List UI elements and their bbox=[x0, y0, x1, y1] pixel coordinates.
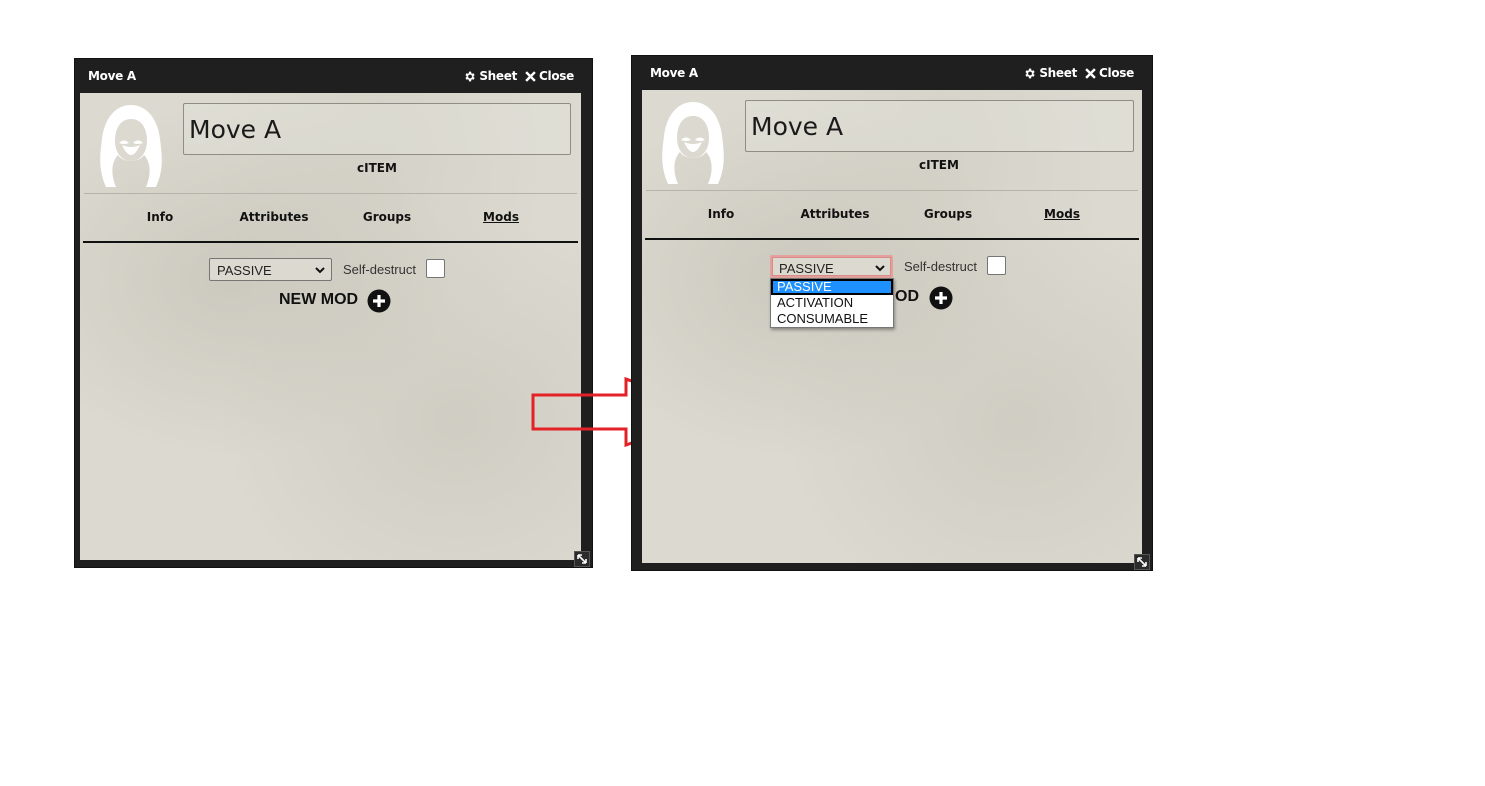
close-button[interactable]: Close bbox=[525, 69, 574, 83]
hooded-avatar-icon[interactable] bbox=[658, 100, 728, 186]
tab-mods[interactable]: Mods bbox=[1044, 207, 1080, 221]
hooded-avatar-icon[interactable] bbox=[96, 103, 166, 189]
sheet-button[interactable]: Sheet bbox=[1023, 66, 1077, 80]
resize-icon bbox=[577, 554, 587, 564]
mod-type-select[interactable]: PASSIVE bbox=[209, 258, 332, 281]
window-titlebar[interactable]: Move A Sheet Close bbox=[75, 59, 592, 93]
mod-type-value: PASSIVE bbox=[779, 261, 834, 276]
tab-info[interactable]: Info bbox=[147, 210, 173, 224]
tab-attributes[interactable]: Attributes bbox=[240, 210, 309, 224]
item-name-value: Move A bbox=[751, 112, 844, 141]
tab-attributes[interactable]: Attributes bbox=[801, 207, 870, 221]
resize-icon bbox=[1137, 557, 1147, 567]
gear-icon bbox=[465, 71, 475, 81]
new-mod-label[interactable]: NEW MOD bbox=[279, 291, 358, 309]
plus-circle-icon[interactable] bbox=[367, 289, 391, 313]
item-name-input[interactable]: Move A bbox=[183, 103, 571, 155]
close-icon bbox=[1085, 67, 1096, 79]
resize-handle[interactable] bbox=[1134, 554, 1150, 570]
close-label: Close bbox=[539, 69, 574, 83]
sheet-label: Sheet bbox=[1039, 66, 1078, 80]
mod-type-select[interactable]: PASSIVE bbox=[770, 255, 893, 278]
tab-underline bbox=[645, 238, 1139, 240]
chevron-down-icon bbox=[315, 267, 325, 274]
item-type-label: cITEM bbox=[919, 158, 959, 172]
plus-circle-icon[interactable] bbox=[929, 286, 953, 310]
tab-info[interactable]: Info bbox=[708, 207, 734, 221]
item-sheet-window-left: Move A Sheet Close Move A cITEM Info Att… bbox=[74, 58, 593, 568]
item-name-value: Move A bbox=[189, 115, 282, 144]
dropdown-option-activation[interactable]: ACTIVATION bbox=[771, 295, 893, 311]
gear-icon bbox=[1025, 68, 1035, 78]
window-title: Move A bbox=[88, 69, 136, 83]
new-mod-label[interactable]: OD bbox=[895, 288, 919, 306]
close-label: Close bbox=[1099, 66, 1134, 80]
self-destruct-checkbox[interactable] bbox=[987, 256, 1006, 275]
chevron-down-icon bbox=[875, 265, 885, 272]
self-destruct-label: Self-destruct bbox=[904, 259, 977, 274]
sheet-button[interactable]: Sheet bbox=[463, 69, 517, 83]
tab-underline bbox=[83, 241, 578, 243]
self-destruct-checkbox[interactable] bbox=[426, 259, 445, 278]
dropdown-option-consumable[interactable]: CONSUMABLE bbox=[771, 311, 893, 327]
tab-groups[interactable]: Groups bbox=[924, 207, 972, 221]
close-icon bbox=[525, 70, 536, 82]
divider bbox=[84, 193, 577, 194]
mod-type-dropdown-list: PASSIVE ACTIVATION CONSUMABLE bbox=[770, 278, 894, 328]
tab-mods[interactable]: Mods bbox=[483, 210, 519, 224]
tab-groups[interactable]: Groups bbox=[363, 210, 411, 224]
tab-bar: Info Attributes Groups Mods bbox=[80, 210, 581, 230]
resize-handle[interactable] bbox=[574, 551, 590, 567]
window-titlebar[interactable]: Move A Sheet Close bbox=[632, 56, 1152, 90]
divider bbox=[646, 190, 1138, 191]
close-button[interactable]: Close bbox=[1085, 66, 1134, 80]
sheet-content: Move A cITEM Info Attributes Groups Mods… bbox=[642, 90, 1142, 563]
item-name-input[interactable]: Move A bbox=[745, 100, 1134, 152]
mod-type-value: PASSIVE bbox=[217, 263, 272, 278]
sheet-content: Move A cITEM Info Attributes Groups Mods… bbox=[80, 93, 581, 560]
item-type-label: cITEM bbox=[357, 161, 397, 175]
window-title: Move A bbox=[650, 66, 698, 80]
tab-bar: Info Attributes Groups Mods bbox=[642, 207, 1142, 227]
self-destruct-label: Self-destruct bbox=[343, 262, 416, 277]
item-sheet-window-right: Move A Sheet Close Move A cITEM Info Att… bbox=[631, 55, 1153, 571]
sheet-label: Sheet bbox=[479, 69, 518, 83]
dropdown-option-passive[interactable]: PASSIVE bbox=[771, 279, 893, 295]
